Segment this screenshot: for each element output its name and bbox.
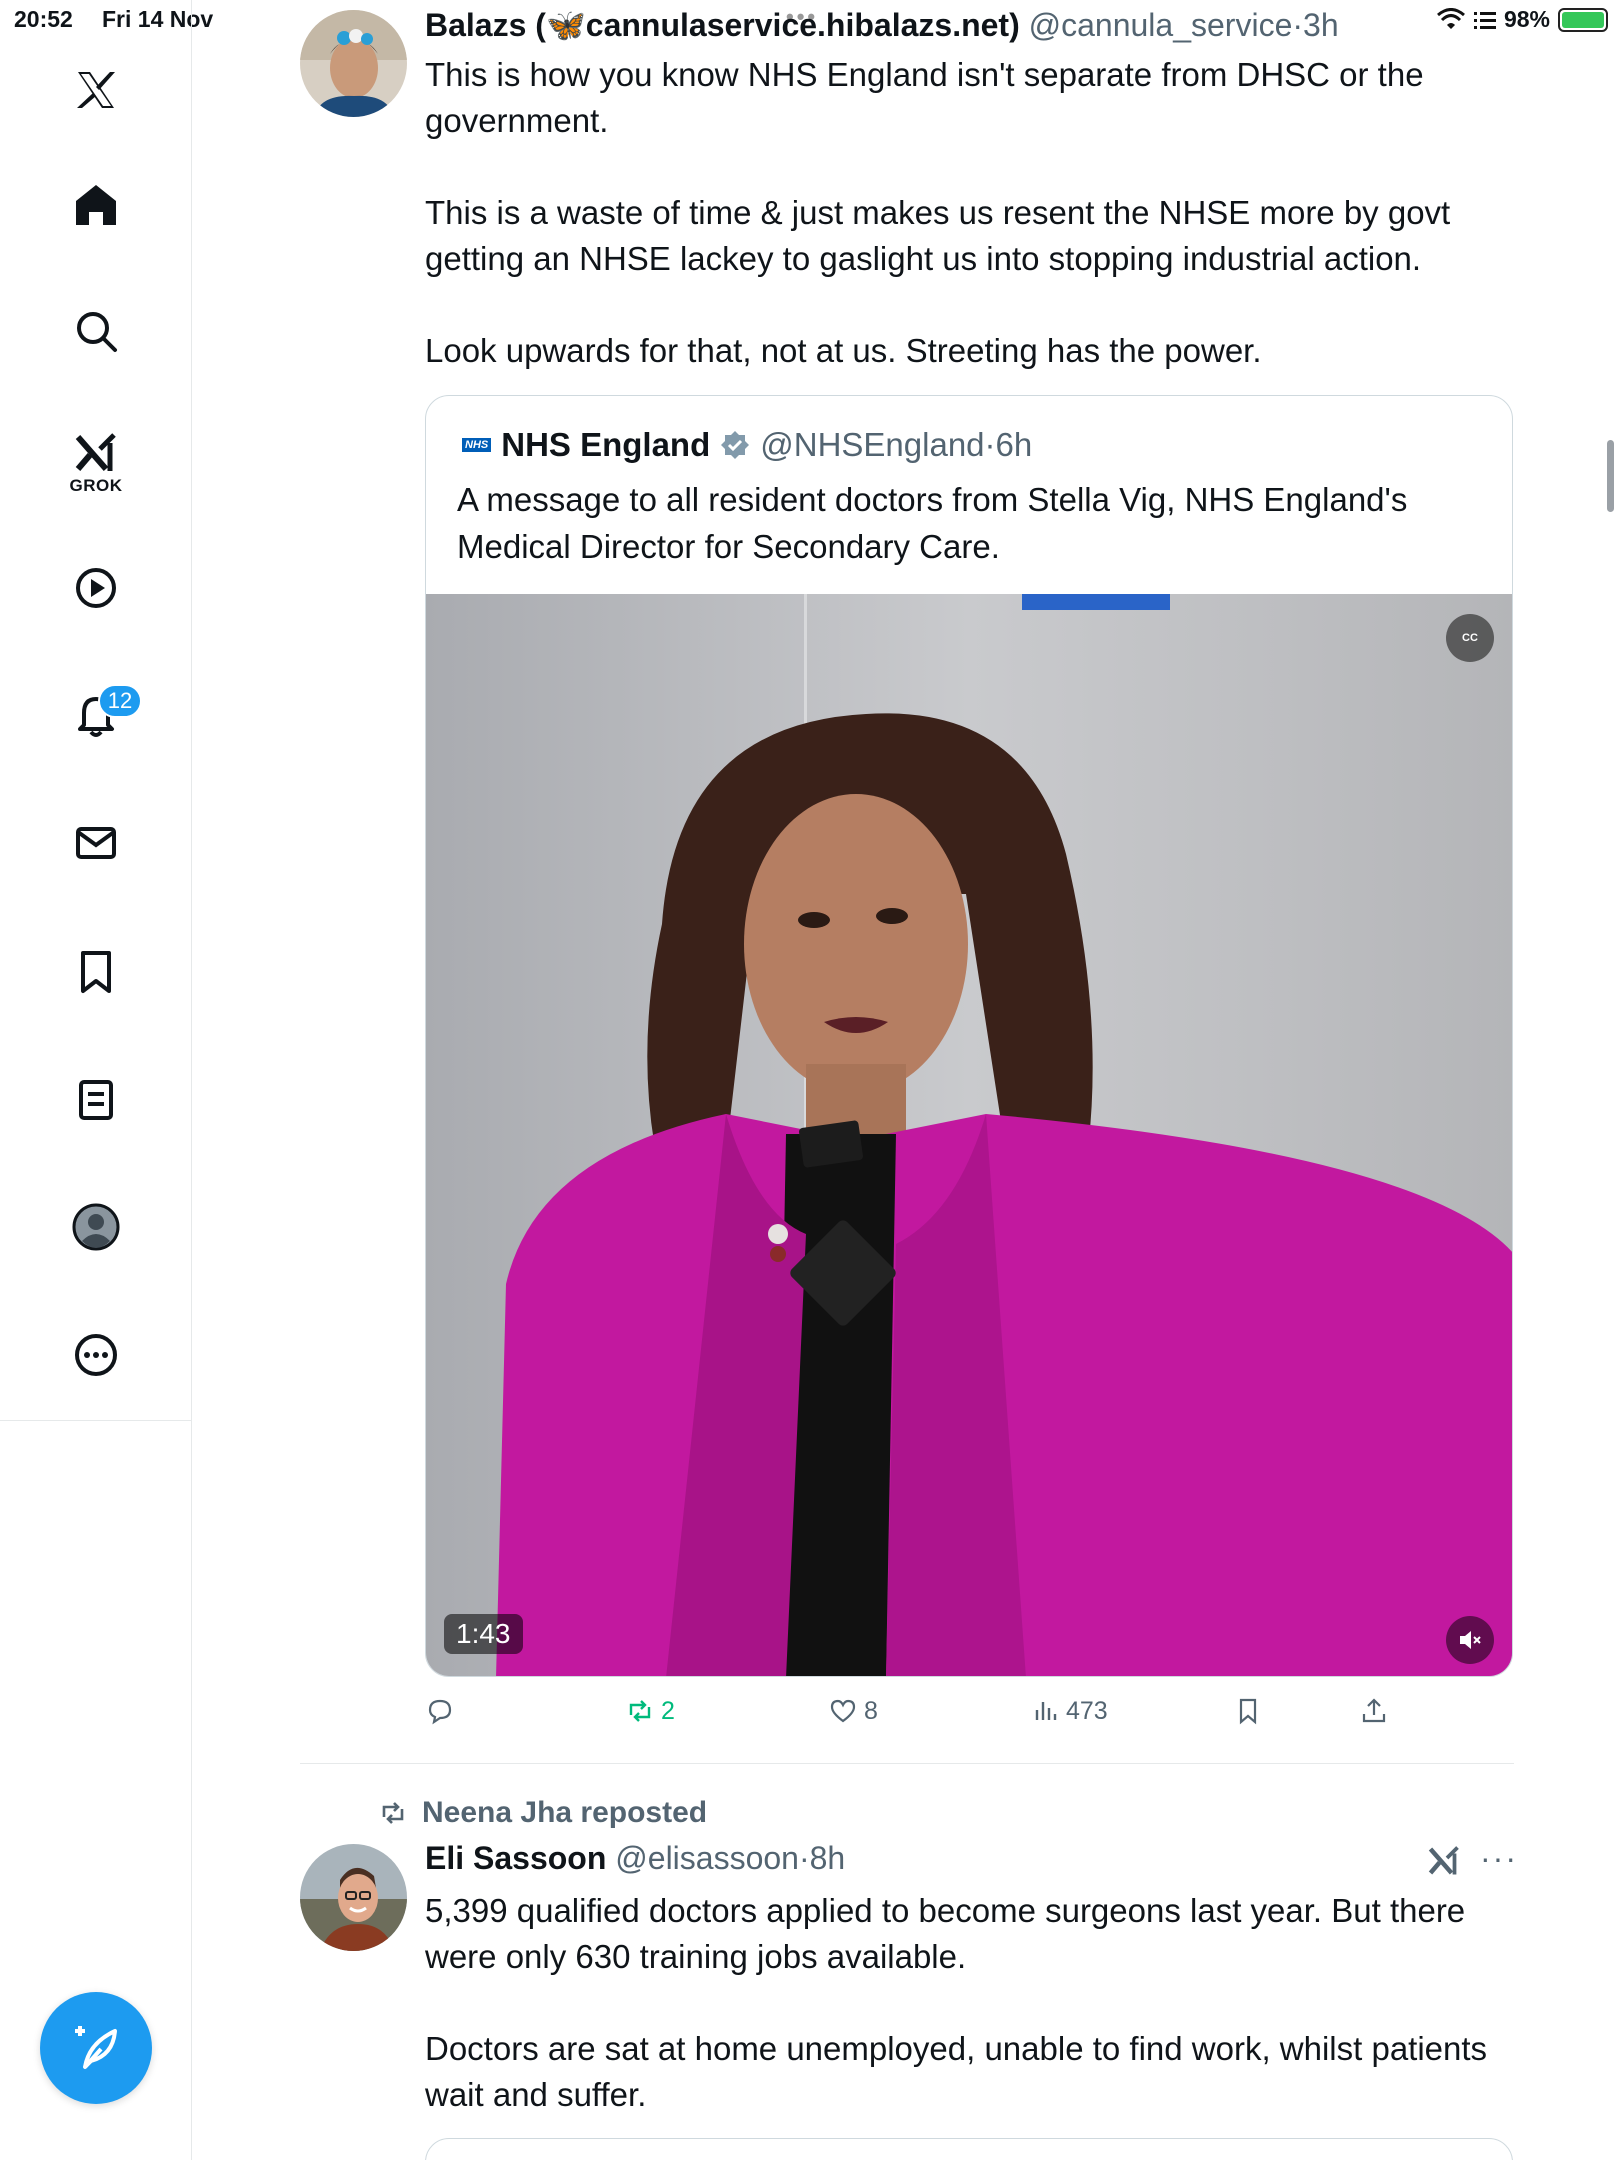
tweet-header: Balazs (🦋cannulaservice.hibalazs.net) @c…: [425, 7, 1339, 43]
repost-icon: [629, 1700, 651, 1722]
quoted-tweet-text: A message to all resident doctors from S…: [457, 481, 1408, 565]
more-options-icon[interactable]: ···: [1480, 1840, 1518, 1877]
x-logo-icon[interactable]: [61, 55, 131, 125]
video-player[interactable]: CC 1:43: [426, 594, 1512, 1676]
quoted-tweet-header: NHS NHS England @NHSEngland·6h: [462, 426, 1032, 464]
reply-button[interactable]: [425, 1696, 455, 1726]
author-name[interactable]: Eli Sassoon: [425, 1840, 606, 1876]
grok-label: GROK: [69, 476, 123, 495]
search-icon[interactable]: [61, 296, 131, 366]
quoted-tweet-time[interactable]: 6h: [996, 426, 1033, 463]
nhs-logo: NHS: [462, 438, 492, 452]
battery-icon: [1558, 7, 1608, 32]
repost-button[interactable]: 2: [625, 1696, 675, 1726]
home-icon[interactable]: [61, 170, 131, 240]
video-icon[interactable]: [61, 553, 131, 623]
author-handle[interactable]: @cannula_service: [1029, 7, 1293, 43]
wifi-icon: [1436, 7, 1465, 29]
compose-button[interactable]: [40, 1992, 152, 2104]
focus-list-icon: [1473, 11, 1496, 29]
compose-icon: [75, 2026, 117, 2069]
like-count: 8: [864, 1696, 878, 1725]
bookmark-button[interactable]: [1233, 1696, 1263, 1726]
status-indicators: 98%: [1436, 6, 1608, 33]
heart-icon: [830, 1699, 856, 1723]
bookmark-icon[interactable]: [61, 937, 131, 1007]
avatar[interactable]: [300, 10, 407, 117]
quoted-tweet[interactable]: NHS NHS England @NHSEngland·6h A message…: [425, 395, 1513, 1677]
captions-button[interactable]: CC: [1446, 614, 1494, 662]
tweet-header: Eli Sassoon @elisassoon·8h: [425, 1840, 846, 1876]
scroll-indicator[interactable]: [1607, 440, 1614, 512]
share-icon: [1362, 1698, 1386, 1723]
repost-count: 2: [661, 1696, 675, 1725]
quoted-author-name[interactable]: NHS England: [501, 426, 710, 464]
more-icon[interactable]: [61, 1320, 131, 1390]
butterfly-icon: 🦋: [545, 7, 586, 43]
speaker-muted-icon: [1460, 1631, 1481, 1649]
tweet-text: 5,399 qualified doctors applied to becom…: [425, 1892, 1488, 2113]
mail-icon[interactable]: [61, 808, 131, 878]
repost-context[interactable]: Neena Jha reposted: [376, 1796, 707, 1830]
like-button[interactable]: 8: [828, 1696, 878, 1726]
avatar[interactable]: [300, 1844, 407, 1951]
tweet-time[interactable]: 3h: [1303, 7, 1339, 43]
bookmark-icon: [1239, 1698, 1257, 1725]
lists-icon[interactable]: [61, 1065, 131, 1135]
nhs-sign: [1022, 594, 1170, 610]
repost-icon: [382, 1802, 404, 1824]
notifications-badge: 12: [98, 684, 142, 718]
share-button[interactable]: [1359, 1696, 1389, 1726]
mute-button[interactable]: [1446, 1616, 1494, 1664]
view-count: 473: [1066, 1696, 1108, 1725]
views-icon: [1035, 1702, 1057, 1720]
tweet-time[interactable]: 8h: [810, 1840, 846, 1876]
reposted-by: Neena Jha reposted: [422, 1796, 708, 1829]
author-handle[interactable]: @elisassoon: [615, 1840, 799, 1876]
quoted-author-handle[interactable]: @NHSEngland: [760, 426, 984, 463]
sidebar: GROK 12: [0, 0, 192, 2160]
tweet-separator: [300, 1763, 1514, 1764]
verified-badge-icon: [721, 431, 750, 459]
video-duration: 1:43: [444, 1614, 523, 1654]
sidebar-divider: [0, 1420, 192, 1421]
reply-icon: [428, 1699, 452, 1725]
tweet-actions: 2 8 473: [425, 1696, 1425, 1736]
author-name[interactable]: Balazs (🦋cannulaservice.hibalazs.net): [425, 7, 1020, 43]
battery-percent: 98%: [1503, 6, 1550, 32]
video-frame: [426, 594, 1512, 1676]
grok-icon[interactable]: [1426, 1843, 1462, 1879]
views-button[interactable]: 473: [1030, 1696, 1108, 1726]
tweet-text: This is how you know NHS England isn't s…: [425, 56, 1451, 369]
link-card[interactable]: [425, 2138, 1513, 2160]
profile-icon[interactable]: [61, 1192, 131, 1262]
